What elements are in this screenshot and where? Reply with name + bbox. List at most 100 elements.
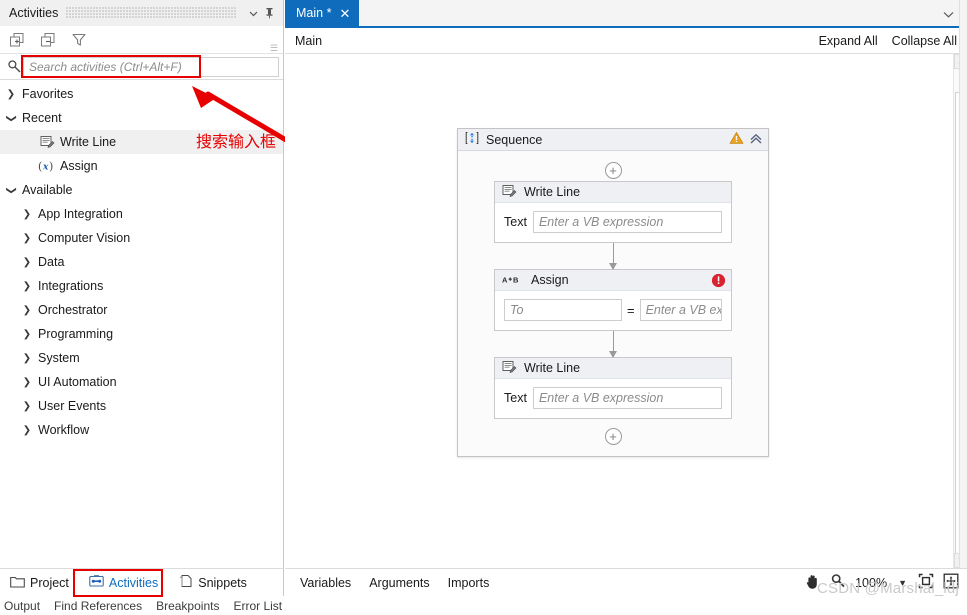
tab-project[interactable]: Project: [0, 569, 79, 597]
tree-label: Recent: [22, 111, 62, 125]
tree-group-favorites[interactable]: Favorites: [0, 82, 283, 106]
snippets-icon: [178, 574, 193, 591]
chevron-right-icon: [18, 328, 36, 340]
double-chevron-up-icon[interactable]: [749, 132, 763, 148]
status-tab-imports[interactable]: Imports: [439, 576, 499, 590]
bottom-tab-breakpoints[interactable]: Breakpoints: [156, 599, 219, 613]
hand-pan-icon[interactable]: [804, 573, 821, 593]
tree-label: Computer Vision: [38, 231, 131, 245]
tree-group-ui-automation[interactable]: UI Automation: [0, 370, 283, 394]
status-tab-arguments[interactable]: Arguments: [360, 576, 438, 590]
search-input[interactable]: [23, 56, 279, 77]
add-activity-button-bottom[interactable]: +: [604, 428, 622, 445]
bottom-tab-output[interactable]: Output: [4, 599, 40, 613]
collapse-all-icon[interactable]: [39, 31, 57, 49]
designer-canvas[interactable]: Sequence + Write Line Text Enter a VB ex…: [285, 54, 967, 568]
activity-title: Assign: [531, 273, 569, 287]
chevron-right-icon: [18, 256, 36, 268]
caret-down-icon[interactable]: ▼: [896, 578, 909, 588]
tree-group-orchestrator[interactable]: Orchestrator: [0, 298, 283, 322]
bottom-tab-error-list[interactable]: Error List: [233, 599, 282, 613]
flow-connector: [608, 331, 617, 358]
close-icon[interactable]: ✕: [339, 7, 350, 20]
activity-assign[interactable]: A B Assign To = Enter a VB ex: [494, 269, 732, 331]
filter-icon[interactable]: [70, 31, 88, 49]
activity-body: Text Enter a VB expression: [495, 203, 731, 242]
activity-write-line-1[interactable]: Write Line Text Enter a VB expression: [494, 181, 732, 243]
field-label-text: Text: [504, 391, 527, 405]
expand-all-icon[interactable]: [8, 31, 26, 49]
tab-activities[interactable]: Activities: [79, 569, 168, 597]
chevron-down-icon: [2, 112, 20, 124]
chevron-right-icon: [2, 88, 20, 100]
assign-icon: ( x ): [36, 159, 58, 173]
chevron-right-icon: [18, 280, 36, 292]
text-expression-input[interactable]: Enter a VB expression: [532, 211, 722, 233]
add-activity-button-top[interactable]: +: [604, 162, 622, 179]
collapse-all-button[interactable]: Collapse All: [892, 34, 957, 48]
write-line-icon: [502, 360, 517, 377]
field-label-text: Text: [504, 215, 527, 229]
tree-label: Available: [22, 183, 73, 197]
assign-value-input[interactable]: Enter a VB expre: [639, 299, 722, 321]
tab-snippets-label: Snippets: [198, 575, 247, 590]
activities-panel: Activities ☰ Search activities (Ctrl+Alt…: [0, 0, 288, 568]
tree-group-integrations[interactable]: Integrations: [0, 274, 283, 298]
activity-body: To = Enter a VB expre: [495, 291, 731, 330]
write-line-icon: [502, 184, 517, 201]
tree-group-workflow[interactable]: Workflow: [0, 418, 283, 442]
toolbar-overflow-grip[interactable]: ☰: [269, 44, 279, 53]
assign-to-input[interactable]: To: [504, 299, 622, 321]
fit-to-screen-icon[interactable]: [918, 573, 934, 592]
tree-group-available[interactable]: Available: [0, 178, 283, 202]
activity-header: Write Line: [495, 182, 731, 203]
chevron-right-icon: [18, 352, 36, 364]
activities-toolbar: ☰: [0, 26, 283, 54]
tree-group-user-events[interactable]: User Events: [0, 394, 283, 418]
tree-label: Workflow: [38, 423, 90, 437]
left-panel-tabs: Project Activities Snippets: [0, 568, 284, 597]
tree-label: Integrations: [38, 279, 104, 293]
svg-text:A: A: [502, 275, 508, 284]
error-circle-icon[interactable]: [711, 273, 726, 288]
svg-text:x: x: [42, 163, 49, 173]
zoom-level[interactable]: 100%: [855, 576, 887, 590]
tree-label: System: [38, 351, 80, 365]
tree-item-assign[interactable]: ( x ) Assign: [0, 154, 283, 178]
bottom-tab-find-references[interactable]: Find References: [54, 599, 142, 613]
tree-item-write-line[interactable]: Write Line: [0, 130, 283, 154]
assign-ab-icon: A B: [502, 273, 524, 288]
chevron-down-icon: [2, 184, 20, 196]
text-expression-input[interactable]: Enter a VB expression: [532, 387, 722, 409]
designer-tabstrip: Main * ✕: [285, 0, 967, 28]
tree-group-programming[interactable]: Programming: [0, 322, 283, 346]
bottom-panel-tabs: Output Find References Breakpoints Error…: [0, 597, 967, 615]
chevron-down-icon[interactable]: [942, 10, 955, 22]
tree-label: Assign: [60, 159, 98, 173]
warning-triangle-icon[interactable]: [729, 131, 744, 148]
tab-snippets[interactable]: Snippets: [168, 569, 257, 597]
tree-group-system[interactable]: System: [0, 346, 283, 370]
sequence-body: + Write Line Text Enter a VB expression …: [458, 151, 768, 456]
breadcrumb[interactable]: Main: [295, 34, 322, 48]
tree-group-app-integration[interactable]: App Integration: [0, 202, 283, 226]
sequence-icon: [465, 131, 479, 148]
chevron-right-icon: [18, 376, 36, 388]
chevron-down-icon[interactable]: [245, 5, 261, 21]
tree-group-computer-vision[interactable]: Computer Vision: [0, 226, 283, 250]
pin-icon[interactable]: [261, 5, 277, 21]
designer-tab-main[interactable]: Main * ✕: [285, 0, 360, 26]
tree-group-recent[interactable]: Recent: [0, 106, 283, 130]
tree-group-data[interactable]: Data: [0, 250, 283, 274]
activity-write-line-2[interactable]: Write Line Text Enter a VB expression: [494, 357, 732, 419]
overview-icon[interactable]: [943, 573, 959, 592]
svg-text:): ): [49, 160, 53, 173]
status-tab-variables[interactable]: Variables: [291, 576, 360, 590]
window-edge-scrollbar[interactable]: [959, 0, 967, 568]
sequence-container[interactable]: Sequence + Write Line Text Enter a VB ex…: [457, 128, 769, 457]
tree-label: Write Line: [60, 135, 117, 149]
panel-drag-handle[interactable]: [66, 7, 237, 19]
svg-text:(: (: [38, 160, 42, 173]
expand-all-button[interactable]: Expand All: [819, 34, 878, 48]
magnifier-icon[interactable]: [830, 573, 846, 592]
